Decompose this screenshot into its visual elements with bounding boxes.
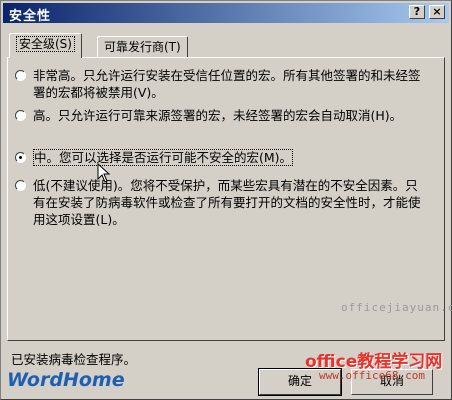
option-medium[interactable]: 中。您可以选择是否运行可能不安全的宏(M)。 [15,149,425,166]
option-very-high-label: 非常高。只允许运行安装在受信任位置的宏。所有其他签署的和未经签署的宏都将被禁用(… [33,68,421,100]
help-button[interactable]: ? [409,5,425,19]
radio-high[interactable] [15,110,26,121]
radio-low[interactable] [15,180,26,191]
watermark-site-url2: www.office68.com [319,369,425,382]
mouse-cursor-icon [97,163,111,183]
tab-trusted-publishers-label: 可靠发行商(T) [104,40,181,54]
tab-trusted-publishers[interactable]: 可靠发行商(T) [97,36,188,58]
radio-medium[interactable] [15,152,26,163]
tab-security-level-label: 安全级(S) [16,36,75,52]
option-medium-label: 中。您可以选择是否运行可能不安全的宏(M)。 [33,149,294,166]
wordhome-logo: WordHome [7,369,125,391]
security-dialog: 安全性 ? × 安全级(S) 可靠发行商(T) 非常高。只允许运行安装在受信任位… [0,0,452,400]
tab-security-level[interactable]: 安全级(S) [9,33,82,58]
option-high-label: 高。只允许运行可靠来源签署的宏，未经签署的宏会自动取消(H)。 [33,108,403,123]
title-bar: 安全性 ? × [3,3,449,24]
virus-checker-status: 已安装病毒检查程序。 [11,352,137,367]
watermark-site-url: officejiayuan.com [341,301,452,314]
radio-very-high[interactable] [15,70,26,81]
option-low-label: 低(不建议使用)。您将不受保护，而某些宏具有潜在的不安全因素。只有在安装了防病毒… [33,178,421,227]
dialog-title: 安全性 [9,9,52,24]
close-button[interactable]: × [429,5,445,19]
option-very-high[interactable]: 非常高。只允许运行安装在受信任位置的宏。所有其他签署的和未经签署的宏都将被禁用(… [15,67,425,101]
option-high[interactable]: 高。只允许运行可靠来源签署的宏，未经签署的宏会自动取消(H)。 [15,107,425,124]
option-low[interactable]: 低(不建议使用)。您将不受保护，而某些宏具有潜在的不安全因素。只有在安装了防病毒… [15,177,425,228]
